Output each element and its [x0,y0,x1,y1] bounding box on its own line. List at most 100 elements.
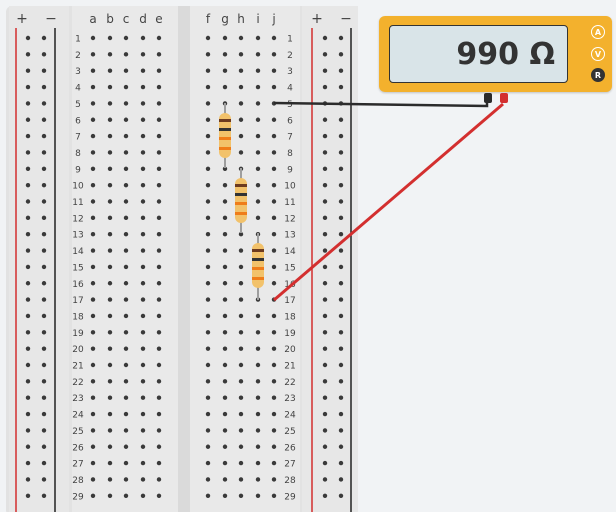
rail-hole[interactable] [338,166,344,171]
rail-hole[interactable] [25,281,31,286]
hole-g16[interactable] [222,281,228,286]
hole-e26[interactable] [156,444,162,449]
rail-hole[interactable] [41,444,47,449]
hole-c13[interactable] [123,232,129,237]
hole-b9[interactable] [107,166,113,171]
rail-hole[interactable] [322,330,328,335]
rail-hole[interactable] [338,264,344,270]
rail-hole[interactable] [25,493,31,498]
hole-i4[interactable] [255,84,261,90]
hole-e24[interactable] [156,411,162,417]
hole-f25[interactable] [205,428,211,433]
rail-hole[interactable] [25,215,31,221]
hole-i27[interactable] [255,460,261,466]
hole-i20[interactable] [255,346,261,351]
hole-d13[interactable] [140,232,146,237]
hole-j28[interactable] [271,477,277,482]
hole-b1[interactable] [107,35,113,41]
hole-i26[interactable] [255,444,261,449]
hole-a22[interactable] [90,379,96,384]
rail-hole[interactable] [25,52,31,57]
hole-b8[interactable] [107,150,113,155]
hole-f19[interactable] [205,330,211,335]
black-probe-terminal[interactable] [484,93,492,103]
rail-hole[interactable] [25,297,31,302]
hole-a27[interactable] [90,460,96,466]
rail-hole[interactable] [25,444,31,449]
hole-h24[interactable] [238,411,244,417]
hole-a9[interactable] [90,166,96,171]
rail-hole[interactable] [322,232,328,237]
hole-c6[interactable] [123,117,129,122]
rail-hole[interactable] [25,35,31,41]
hole-j11[interactable] [271,199,277,204]
rail-hole[interactable] [322,264,328,270]
hole-g2[interactable] [222,52,228,57]
hole-a10[interactable] [90,182,96,188]
rail-hole[interactable] [322,215,328,221]
hole-d21[interactable] [140,362,146,368]
hole-d10[interactable] [140,182,146,188]
hole-a29[interactable] [90,493,96,498]
hole-f18[interactable] [205,313,211,319]
mode-button-ammeter[interactable]: A [591,25,605,39]
hole-j19[interactable] [271,330,277,335]
hole-b16[interactable] [107,281,113,286]
hole-e2[interactable] [156,52,162,57]
hole-g28[interactable] [222,477,228,482]
hole-g14[interactable] [222,248,228,253]
hole-g18[interactable] [222,313,228,319]
rail-hole[interactable] [338,444,344,449]
hole-d16[interactable] [140,281,146,286]
hole-i12[interactable] [255,215,261,221]
hole-c9[interactable] [123,166,129,171]
hole-e29[interactable] [156,493,162,498]
hole-j10[interactable] [271,182,277,188]
rail-hole[interactable] [338,52,344,57]
rail-hole[interactable] [338,35,344,41]
hole-a12[interactable] [90,215,96,221]
hole-c19[interactable] [123,330,129,335]
hole-b18[interactable] [107,313,113,319]
hole-c5[interactable] [123,101,129,106]
hole-i3[interactable] [255,68,261,73]
hole-j8[interactable] [271,150,277,155]
hole-f17[interactable] [205,297,211,302]
rail-hole[interactable] [338,330,344,335]
hole-d22[interactable] [140,379,146,384]
rail-hole[interactable] [41,248,47,253]
rail-hole[interactable] [25,346,31,351]
hole-g15[interactable] [222,264,228,270]
rail-hole[interactable] [25,232,31,237]
hole-c15[interactable] [123,264,129,270]
rail-hole[interactable] [25,84,31,90]
hole-h15[interactable] [238,264,244,270]
hole-b21[interactable] [107,362,113,368]
rail-hole[interactable] [322,346,328,351]
hole-d1[interactable] [140,35,146,41]
hole-b20[interactable] [107,346,113,351]
hole-d17[interactable] [140,297,146,302]
hole-i6[interactable] [255,117,261,122]
mode-button-voltmeter[interactable]: V [591,47,605,61]
hole-e15[interactable] [156,264,162,270]
hole-f11[interactable] [205,199,211,204]
hole-c17[interactable] [123,297,129,302]
hole-e19[interactable] [156,330,162,335]
hole-c1[interactable] [123,35,129,41]
hole-e5[interactable] [156,101,162,106]
hole-j4[interactable] [271,84,277,90]
hole-d6[interactable] [140,117,146,122]
hole-a1[interactable] [90,35,96,41]
rail-hole[interactable] [338,248,344,253]
hole-f29[interactable] [205,493,211,498]
hole-i21[interactable] [255,362,261,368]
rail-hole[interactable] [322,35,328,41]
hole-d9[interactable] [140,166,146,171]
hole-i9[interactable] [255,166,261,171]
rail-hole[interactable] [322,395,328,400]
hole-i2[interactable] [255,52,261,57]
rail-hole[interactable] [338,68,344,73]
hole-a19[interactable] [90,330,96,335]
hole-i28[interactable] [255,477,261,482]
